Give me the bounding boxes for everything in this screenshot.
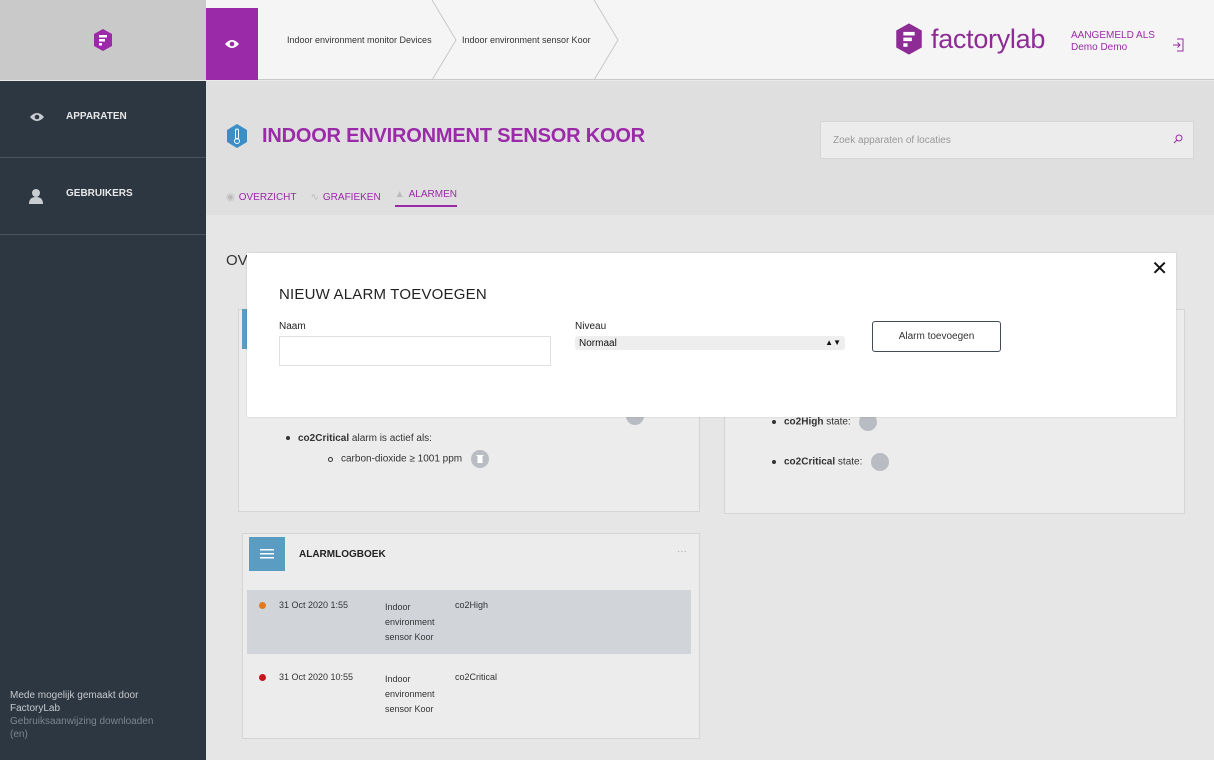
level-value: Normaal	[579, 337, 617, 349]
alarm-log-title: ALARMLOGBOEK	[299, 548, 386, 560]
table-row[interactable]: 31 Oct 2020 1:55 Indoor environment sens…	[247, 590, 691, 654]
log-alarm: co2High	[455, 600, 489, 610]
eye-icon	[30, 113, 44, 121]
alarm-rule-list: co2Critical alarm is actief als: carbon-…	[286, 433, 489, 468]
breadcrumb-devices[interactable]: Indoor environment monitor Devices	[287, 0, 432, 80]
chart-line-icon: ∿	[310, 191, 319, 203]
alarm-state-label: state:	[837, 456, 863, 468]
select-arrows-icon: ▲▼	[825, 338, 841, 347]
add-alarm-button[interactable]: Alarm toevoegen	[872, 321, 1001, 352]
sidebar-footer: Mede mogelijk gemaakt door FactoryLab Ge…	[10, 689, 160, 741]
modal-title: NIEUW ALARM TOEVOEGEN	[279, 286, 487, 303]
log-list-icon	[249, 537, 285, 571]
search-placeholder: Zoek apparaten of locaties	[833, 134, 951, 146]
app-logo[interactable]	[0, 0, 206, 80]
eye-icon	[225, 40, 239, 48]
factorylab-logo-icon	[94, 29, 112, 51]
search-icon[interactable]	[1173, 134, 1183, 144]
level-label: Niveau	[575, 321, 607, 332]
warning-icon: ▲	[394, 188, 405, 200]
powered-by-text: Mede mogelijk gemaakt door FactoryLab	[10, 690, 139, 714]
sidebar-item-users[interactable]: GEBRUIKERS	[0, 158, 206, 235]
devices-nav-button[interactable]	[206, 8, 258, 80]
main-content: INDOOR ENVIRONMENT SENSOR KOOR Zoek appa…	[206, 81, 1214, 760]
top-bar: Indoor environment monitor Devices Indoo…	[0, 0, 1214, 80]
tab-charts[interactable]: ∿ GRAFIEKEN	[311, 187, 381, 207]
logout-icon[interactable]	[1172, 38, 1184, 52]
log-device: Indoor environment sensor Koor	[385, 674, 435, 714]
trash-icon	[476, 455, 484, 463]
alarm-state-list: co2High state: co2Critical state:	[772, 413, 890, 471]
tab-label: OVERZICHT	[238, 191, 297, 203]
tab-alarms[interactable]: ▲ ALARMEN	[394, 187, 457, 207]
breadcrumb-separator	[593, 0, 619, 80]
sidebar: APPARATEN GEBRUIKERS Mede mogelijk gemaa…	[0, 81, 206, 760]
section-heading: OV	[226, 252, 248, 269]
add-alarm-modal: NIEUW ALARM TOEVOEGEN ✕ Naam Niveau Norm…	[247, 253, 1176, 417]
search-input[interactable]: Zoek apparaten of locaties	[820, 121, 1194, 159]
tab-label: ALARMEN	[408, 188, 457, 200]
sidebar-item-label: GEBRUIKERS	[66, 188, 133, 199]
bullet	[328, 456, 333, 462]
delete-button[interactable]	[470, 450, 489, 468]
alarm-name: co2Critical	[784, 456, 836, 468]
level-select[interactable]: Normaal ▲▼	[575, 336, 845, 350]
sidebar-item-label: APPARATEN	[66, 111, 127, 122]
alarm-state: co2Critical state:	[772, 453, 890, 471]
alarm-rule-text: alarm is actief als:	[351, 433, 432, 444]
log-alarm: co2Critical	[455, 672, 498, 682]
bullet	[772, 460, 776, 464]
log-device: Indoor environment sensor Koor	[385, 602, 435, 642]
bullet	[772, 420, 776, 424]
brand-name: factorylab	[931, 23, 1046, 54]
breadcrumb-sensor[interactable]: Indoor environment sensor Koor	[462, 0, 591, 80]
alarm-log-header: ALARMLOGBOEK ···	[243, 534, 699, 574]
status-dot	[259, 602, 266, 609]
alarm-name: co2Critical	[298, 433, 350, 444]
more-options-icon[interactable]: ···	[677, 546, 687, 557]
close-icon[interactable]: ✕	[1151, 259, 1168, 279]
alarm-rule: co2Critical alarm is actief als:	[286, 433, 489, 444]
table-row[interactable]: 31 Oct 2020 10:55 Indoor environment sen…	[247, 662, 691, 726]
log-date: 31 Oct 2020 1:55	[279, 600, 349, 610]
alarm-state-label: state:	[826, 416, 851, 428]
manual-download-link[interactable]: Gebruiksaanwijzing downloaden (en)	[10, 715, 160, 741]
signed-in-label: AANGEMELD ALS	[1071, 30, 1155, 41]
tab-bar: ◉ OVERZICHT ∿ GRAFIEKEN ▲ ALARMEN	[226, 187, 471, 207]
thermometer-icon	[227, 124, 247, 148]
page-title: INDOOR ENVIRONMENT SENSOR KOOR	[262, 124, 645, 147]
alarm-condition-text: carbon-dioxide ≥ 1001 ppm	[341, 453, 463, 465]
brand: factorylab	[893, 22, 1045, 56]
user-icon	[29, 189, 43, 204]
page-title-row: INDOOR ENVIRONMENT SENSOR KOOR	[226, 123, 645, 149]
tab-label: GRAFIEKEN	[322, 191, 381, 203]
eye-icon: ◉	[226, 191, 235, 203]
log-date: 31 Oct 2020 10:55	[279, 672, 354, 682]
alarm-name: co2High	[784, 416, 824, 428]
bullet	[286, 436, 290, 441]
status-dot	[259, 674, 266, 681]
alarm-log-card: ALARMLOGBOEK ··· 31 Oct 2020 1:55 Indoor…	[242, 533, 700, 739]
alarm-state: co2High state:	[772, 413, 889, 453]
user-info: AANGEMELD ALS Demo Demo	[1071, 30, 1155, 54]
alarm-state-toggle[interactable]	[871, 453, 890, 471]
sidebar-item-devices[interactable]: APPARATEN	[0, 81, 206, 158]
name-label: Naam	[279, 321, 306, 332]
breadcrumb-separator	[431, 0, 457, 80]
user-name[interactable]: Demo Demo	[1071, 42, 1155, 54]
name-field[interactable]	[279, 336, 551, 366]
alarm-condition: carbon-dioxide ≥ 1001 ppm	[328, 450, 489, 468]
factorylab-logo-icon	[896, 23, 922, 55]
tab-overview[interactable]: ◉ OVERZICHT	[226, 187, 297, 207]
